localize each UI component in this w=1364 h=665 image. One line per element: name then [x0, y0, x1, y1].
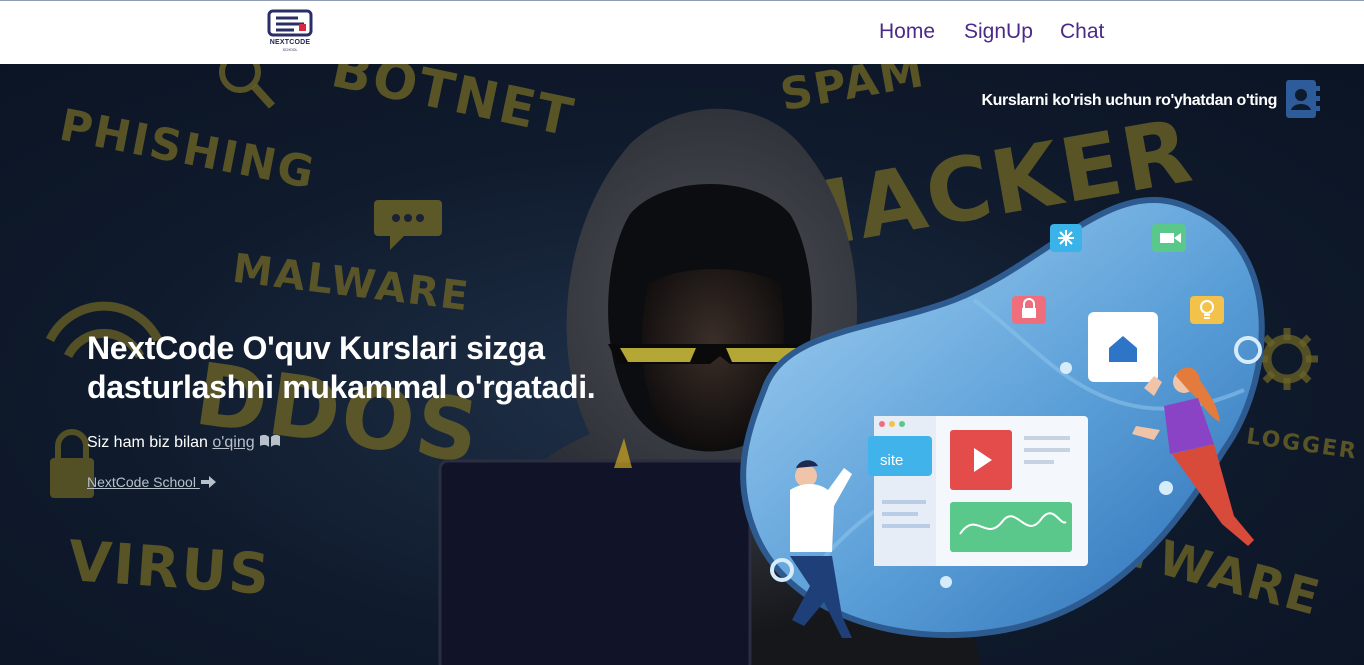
- web-development-illustration: site: [740, 197, 1265, 639]
- bg-word-phishing: PHISHING: [55, 99, 320, 200]
- nextcode-logo[interactable]: NEXTCODE SCHOOL: [262, 9, 318, 57]
- logo-text: NEXTCODE: [269, 39, 311, 46]
- wifi-lock-icon: [45, 301, 163, 498]
- nav-home-link[interactable]: Home: [879, 20, 935, 44]
- read-with-us-link[interactable]: o'qing: [212, 434, 254, 451]
- hero-title: NextCode O'quv Kurslari sizga dasturlash…: [87, 330, 596, 405]
- bg-word-virus: VIRUS: [65, 528, 274, 609]
- top-navbar: NEXTCODE SCHOOL Home SignUp Chat: [0, 0, 1364, 64]
- hero-subtitle-text: Siz ham biz bilan: [87, 434, 208, 451]
- logo-emblem-icon: [267, 9, 313, 37]
- hero-section: PHISHING BOTNET SPAM HACKER MALWARE DDOS…: [0, 64, 1364, 665]
- site-label: site: [880, 452, 903, 469]
- school-link-text: NextCode School: [87, 474, 196, 490]
- hero-subtitle: Siz ham biz bilan o'qing: [87, 434, 281, 452]
- lock-icon: [1012, 296, 1046, 324]
- nav-signup-link[interactable]: SignUp: [964, 20, 1033, 44]
- play-icon: [950, 430, 1012, 490]
- logo-subtext: SCHOOL: [282, 48, 298, 52]
- arrow-right-icon: [200, 476, 216, 488]
- register-prompt: Kurslarni ko'rish uchun ro'yhatdan o'tin…: [981, 92, 1278, 109]
- snowflake-icon: [1050, 224, 1082, 252]
- nextcode-school-link[interactable]: NextCode School: [87, 474, 216, 490]
- home-icon: [1088, 312, 1158, 382]
- nav-chat-link[interactable]: Chat: [1060, 20, 1104, 44]
- magnifier-icon: [219, 64, 275, 109]
- address-book-icon[interactable]: [1286, 80, 1320, 118]
- video-icon: [1152, 224, 1186, 252]
- lightbulb-icon: [1190, 296, 1224, 324]
- book-open-icon: [260, 434, 281, 447]
